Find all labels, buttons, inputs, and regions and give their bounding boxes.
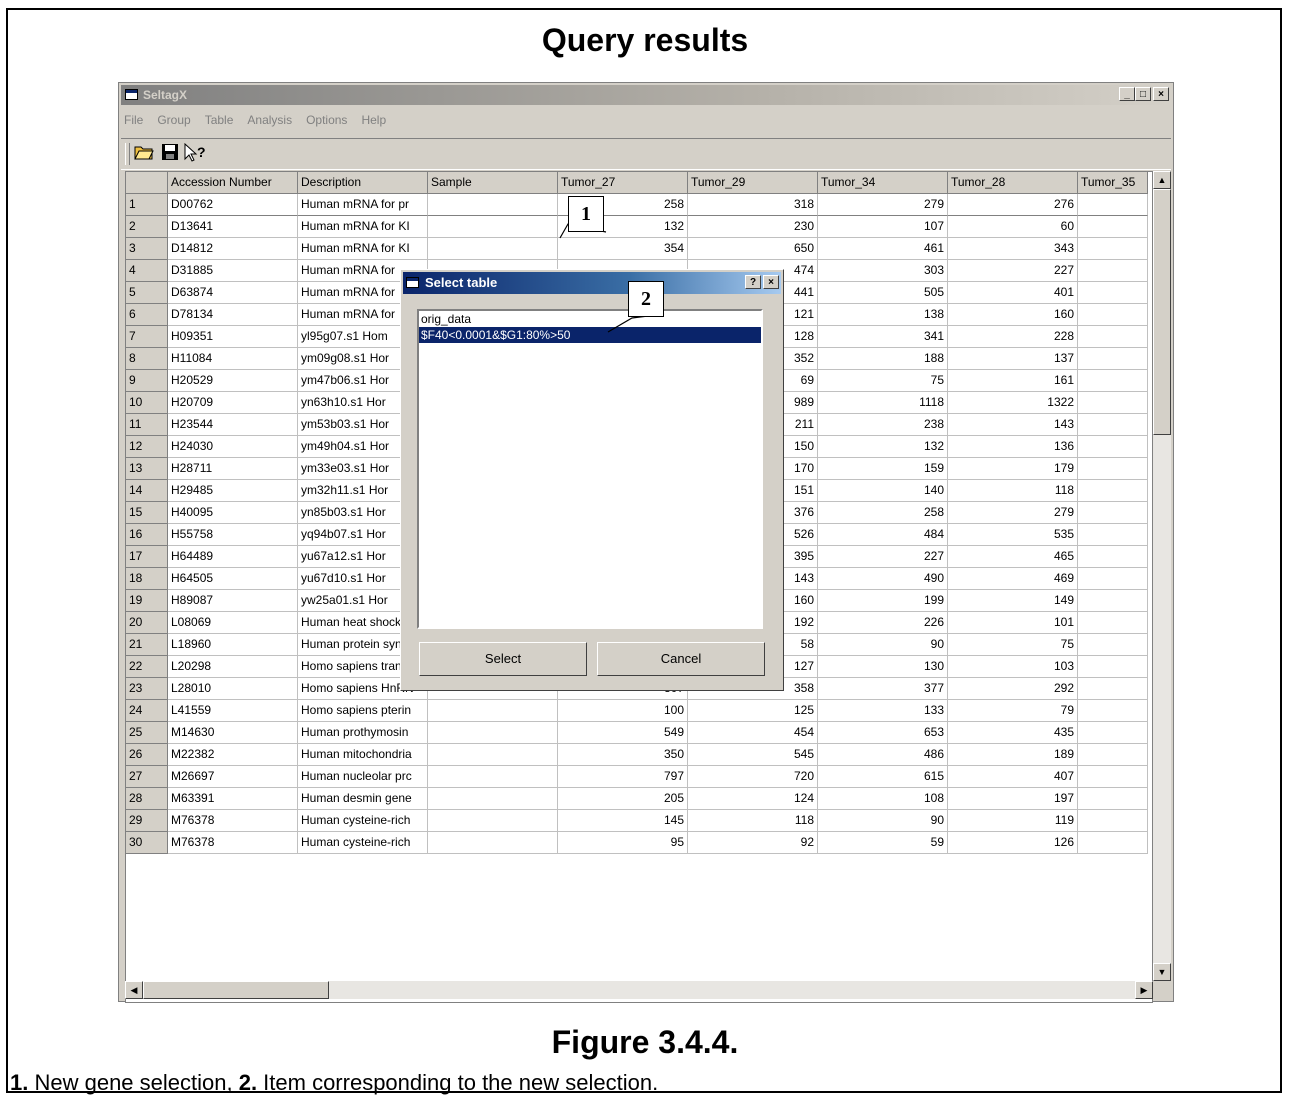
callout-leaders (559, 223, 665, 333)
figure-caption: 1. New gene selection, 2. Item correspon… (10, 1070, 658, 1096)
caption-text-1: New gene selection, (28, 1070, 239, 1095)
callout-2: 2 (628, 281, 664, 317)
callout-1: 1 (568, 196, 604, 232)
caption-text-2: Item corresponding to the new selection. (257, 1070, 659, 1095)
figure-label: Figure 3.4.4. (551, 1024, 739, 1060)
caption-number-2: 2. (238, 1070, 258, 1095)
caption-number-1: 1. (10, 1070, 29, 1095)
